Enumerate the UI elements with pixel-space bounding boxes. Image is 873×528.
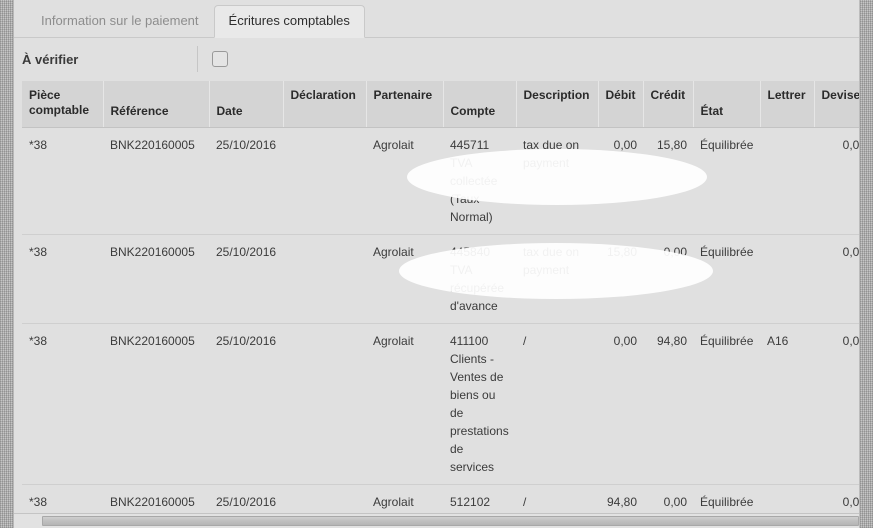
- cell-piece-comptable: *38: [22, 127, 103, 235]
- cell-devise: 0,00: [814, 127, 859, 235]
- cell-lettrer: A16: [760, 323, 814, 485]
- cell-etat: Équilibrée: [693, 323, 760, 485]
- cell-description: /: [516, 484, 598, 514]
- column-header-credit[interactable]: Crédit: [643, 81, 694, 128]
- column-header-debit[interactable]: Débit: [598, 81, 644, 128]
- cell-date: 25/10/2016: [209, 484, 283, 514]
- left-scrollbar-trough[interactable]: [0, 0, 14, 528]
- column-header-partenaire[interactable]: Partenaire: [366, 81, 444, 128]
- column-header-lettrer[interactable]: Lettrer: [760, 81, 815, 128]
- cell-credit: 15,80: [643, 127, 693, 235]
- cell-partenaire: Agrolait: [366, 323, 443, 485]
- horizontal-scrollbar-thumb[interactable]: [42, 516, 859, 526]
- cell-etat: Équilibrée: [693, 127, 760, 235]
- cell-reference: BNK220160005: [103, 484, 209, 514]
- filter-divider: [197, 46, 198, 72]
- cell-compte: 445711 TVA collectée (Taux Normal): [443, 127, 516, 235]
- table-row[interactable]: *38 BNK220160005 25/10/2016 Agrolait 512…: [22, 484, 859, 514]
- tab-label: Information sur le paiement: [41, 13, 199, 28]
- cell-credit: 0,00: [643, 484, 693, 514]
- cell-piece-comptable: *38: [22, 234, 103, 324]
- cell-declaration: [283, 234, 366, 324]
- cell-debit: 15,80: [598, 234, 643, 324]
- entries-table: Pièce comptable Référence Date Déclarati…: [22, 81, 859, 514]
- cell-reference: BNK220160005: [103, 234, 209, 324]
- cell-reference: BNK220160005: [103, 323, 209, 485]
- tab-bar: Information sur le paiement Écritures co…: [14, 0, 859, 38]
- column-header-compte[interactable]: Compte: [443, 81, 517, 128]
- column-header-reference[interactable]: Référence: [103, 81, 210, 128]
- cell-declaration: [283, 323, 366, 485]
- cell-compte: 512102 Banque: [443, 484, 516, 514]
- a-verifier-checkbox[interactable]: [212, 51, 228, 67]
- cell-date: 25/10/2016: [209, 234, 283, 324]
- accounting-entries-panel: Information sur le paiement Écritures co…: [14, 0, 859, 514]
- column-header-piece-comptable[interactable]: Pièce comptable: [22, 81, 104, 128]
- cell-lettrer: [760, 484, 814, 514]
- cell-declaration: [283, 484, 366, 514]
- cell-debit: 94,80: [598, 484, 643, 514]
- table-row[interactable]: *38 BNK220160005 25/10/2016 Agrolait 411…: [22, 323, 859, 485]
- column-header-etat[interactable]: État: [693, 81, 761, 128]
- cell-compte: 445840 TVA récupérée d'avance: [443, 234, 516, 324]
- cell-etat: Équilibrée: [693, 234, 760, 324]
- table-header: Pièce comptable Référence Date Déclarati…: [22, 81, 859, 128]
- cell-credit: 94,80: [643, 323, 693, 485]
- cell-partenaire: Agrolait: [366, 127, 443, 235]
- tab-information-sur-le-paiement[interactable]: Information sur le paiement: [26, 5, 214, 38]
- column-header-devise[interactable]: Devise: [814, 81, 859, 128]
- cell-piece-comptable: *38: [22, 323, 103, 485]
- right-scrollbar-trough[interactable]: [859, 0, 873, 528]
- filter-bar: À vérifier: [14, 38, 859, 80]
- cell-debit: 0,00: [598, 323, 643, 485]
- cell-description: tax due on payment: [516, 234, 598, 324]
- cell-lettrer: [760, 234, 814, 324]
- cell-date: 25/10/2016: [209, 323, 283, 485]
- tab-ecritures-comptables[interactable]: Écritures comptables: [213, 5, 365, 38]
- table-row[interactable]: *38 BNK220160005 25/10/2016 Agrolait 445…: [22, 127, 859, 235]
- cell-description: /: [516, 323, 598, 485]
- cell-description: tax due on payment: [516, 127, 598, 235]
- cell-etat: Équilibrée: [693, 484, 760, 514]
- cell-devise: 0,00: [814, 323, 859, 485]
- cell-compte: 411100 Clients - Ventes de biens ou de p…: [443, 323, 516, 485]
- a-verifier-label: À vérifier: [22, 51, 79, 67]
- tab-label: Écritures comptables: [228, 13, 350, 28]
- cell-devise: 0,00: [814, 234, 859, 324]
- cell-credit: 0,00: [643, 234, 693, 324]
- table-body: *38 BNK220160005 25/10/2016 Agrolait 445…: [22, 127, 859, 514]
- cell-debit: 0,00: [598, 127, 643, 235]
- column-header-date[interactable]: Date: [209, 81, 284, 128]
- column-header-declaration[interactable]: Déclaration: [283, 81, 367, 128]
- cell-reference: BNK220160005: [103, 127, 209, 235]
- cell-partenaire: Agrolait: [366, 234, 443, 324]
- table-row[interactable]: *38 BNK220160005 25/10/2016 Agrolait 445…: [22, 234, 859, 324]
- cell-partenaire: Agrolait: [366, 484, 443, 514]
- horizontal-scrollbar[interactable]: [14, 513, 859, 528]
- column-header-description[interactable]: Description: [516, 81, 599, 128]
- entries-table-container: Pièce comptable Référence Date Déclarati…: [22, 81, 859, 514]
- cell-declaration: [283, 127, 366, 235]
- cell-date: 25/10/2016: [209, 127, 283, 235]
- cell-devise: 0,00: [814, 484, 859, 514]
- cell-piece-comptable: *38: [22, 484, 103, 514]
- cell-lettrer: [760, 127, 814, 235]
- table-header-row: Pièce comptable Référence Date Déclarati…: [22, 81, 859, 128]
